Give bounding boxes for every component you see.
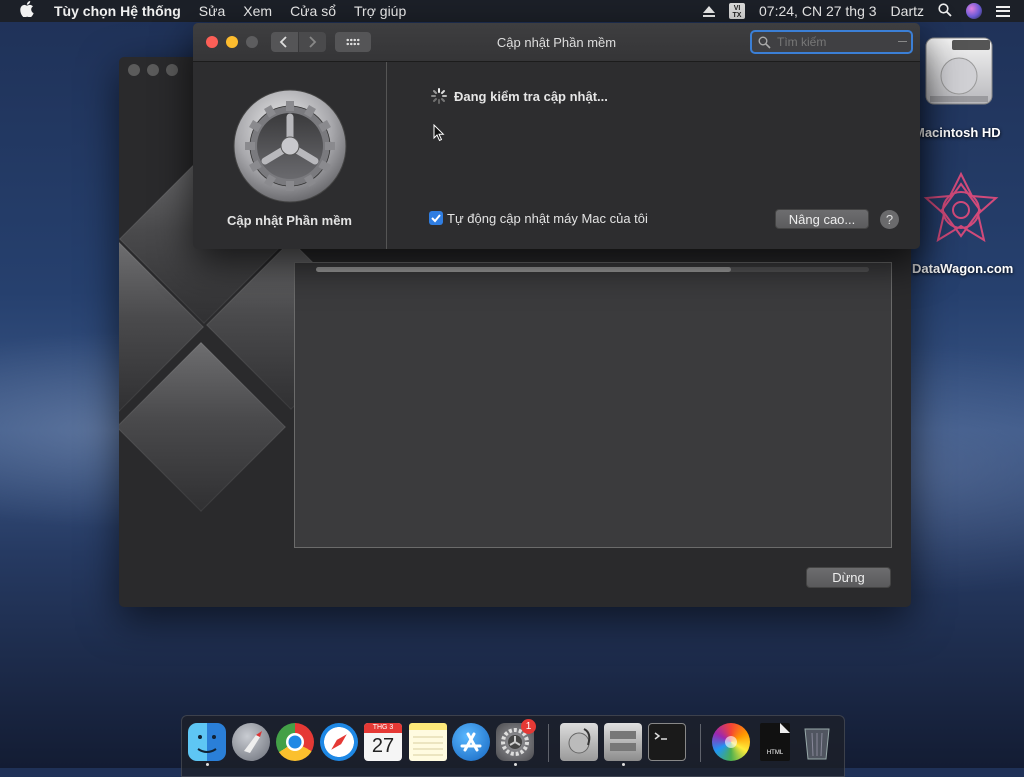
hard-drive-icon	[925, 37, 993, 105]
menu-view[interactable]: Xem	[243, 3, 272, 19]
menu-bar: Tùy chọn Hệ thống Sửa Xem Cửa sổ Trợ giú…	[0, 0, 1024, 22]
safari-icon[interactable]	[320, 723, 358, 761]
title-bar: Cập nhật Phần mềm	[193, 23, 920, 62]
apple-menu-icon[interactable]	[16, 1, 38, 21]
search-input[interactable]	[775, 34, 899, 50]
calendar-day: 27	[371, 735, 395, 757]
minimize-button[interactable]	[147, 64, 159, 76]
stop-button[interactable]: Dừng	[806, 567, 891, 588]
progress-bar-fill	[316, 267, 731, 272]
chrome-icon[interactable]	[276, 723, 314, 761]
checkmark-icon	[431, 214, 441, 223]
loading-spinner-icon	[431, 88, 447, 104]
trash-icon[interactable]	[800, 723, 834, 761]
software-update-window: Cập nhật Phần mềm Tìm kiếm Cập nhật Phần…	[193, 23, 920, 249]
finder-icon[interactable]	[188, 723, 226, 761]
clear-icon[interactable]	[898, 41, 907, 42]
menu-help[interactable]: Trợ giúp	[354, 3, 406, 19]
advanced-button[interactable]: Nâng cao...	[775, 209, 869, 229]
zoom-button[interactable]	[166, 64, 178, 76]
content-area	[294, 262, 892, 548]
launchpad-icon[interactable]	[232, 723, 270, 761]
running-indicator	[206, 763, 209, 766]
notification-center-icon[interactable]	[996, 5, 1010, 17]
menu-window[interactable]: Cửa sổ	[290, 3, 336, 19]
dock-separator	[700, 724, 701, 762]
datawagon-icon	[923, 171, 999, 243]
status-text: Đang kiểm tra cập nhật...	[454, 89, 608, 104]
menu-user[interactable]: Dartz	[891, 3, 924, 19]
running-indicator	[622, 763, 625, 766]
calendar-month: THG 3	[364, 723, 402, 733]
mouse-cursor-icon	[433, 124, 445, 142]
software-update-gear-icon	[233, 89, 347, 203]
pane-label: Cập nhật Phần mềm	[227, 213, 352, 228]
help-button[interactable]: ?	[880, 210, 899, 229]
notes-icon[interactable]	[409, 723, 447, 761]
menu-edit[interactable]: Sửa	[199, 3, 226, 19]
svg-text:HTML: HTML	[767, 750, 784, 756]
input-source-icon[interactable]: VI TX	[729, 3, 746, 19]
siri-icon[interactable]	[966, 3, 982, 19]
close-button[interactable]	[128, 64, 140, 76]
menu-clock[interactable]: 07:24, CN 27 thg 3	[759, 3, 877, 19]
terminal-icon[interactable]	[648, 723, 686, 761]
search-icon	[758, 36, 771, 49]
disk-utility-icon[interactable]	[560, 723, 598, 761]
menu-app-name[interactable]: Tùy chọn Hệ thống	[54, 3, 181, 19]
eject-icon[interactable]	[703, 5, 716, 17]
auto-update-checkbox[interactable]	[429, 211, 443, 225]
photos-icon[interactable]	[712, 723, 750, 761]
spotlight-search-icon[interactable]	[938, 2, 952, 20]
html-file-icon[interactable]: HTML	[760, 723, 790, 761]
dock-separator	[548, 724, 549, 762]
app-store-icon[interactable]	[452, 723, 490, 761]
notification-badge: 1	[521, 719, 536, 734]
auto-update-label[interactable]: Tự động cập nhật máy Mac của tôi	[447, 211, 648, 226]
desktop-label-datawagon: DataWagon.com	[912, 261, 1014, 276]
calendar-icon[interactable]: THG 3 27	[364, 723, 402, 761]
search-field[interactable]	[750, 30, 913, 54]
running-indicator	[514, 763, 517, 766]
boot-camp-icon[interactable]	[604, 723, 642, 761]
desktop-label-macintosh-hd: Macintosh HD	[914, 125, 1001, 140]
progress-bar	[316, 267, 869, 272]
